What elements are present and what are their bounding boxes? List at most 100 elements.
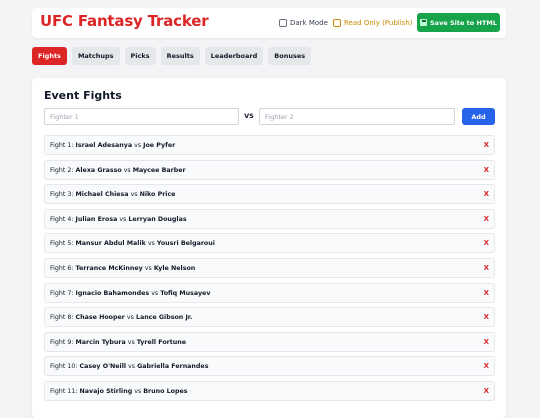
add-fight-button[interactable]: Add <box>462 108 495 125</box>
read-only-checkbox[interactable] <box>333 19 341 27</box>
dark-mode-checkbox[interactable] <box>279 19 287 27</box>
read-only-label: Read Only (Publish) <box>344 19 413 27</box>
save-site-button[interactable]: Save Site to HTML <box>417 13 500 32</box>
dark-mode-toggle[interactable]: Dark Mode <box>279 17 328 29</box>
remove-fight-button[interactable]: X <box>484 215 489 223</box>
tab-leaderboard[interactable]: Leaderboard <box>204 47 264 65</box>
fight-label: Fight 6: Terrance McKinney vs Kyle Nelso… <box>50 265 195 272</box>
fighter-1-name: Marcin Tybura <box>75 338 126 346</box>
vs-label: VS <box>244 112 254 120</box>
read-only-toggle[interactable]: Read Only (Publish) <box>333 17 413 29</box>
vs-text: vs <box>134 387 142 395</box>
fighter-1-name: Julian Erosa <box>75 215 118 223</box>
fighter-1-name: Navajo Stirling <box>79 387 133 395</box>
dark-mode-label: Dark Mode <box>290 19 328 27</box>
vs-text: vs <box>134 142 142 149</box>
vs-text: vs <box>147 240 155 248</box>
remove-fight-button[interactable]: X <box>484 313 489 321</box>
vs-text: vs <box>128 363 136 371</box>
fighter-1-name: Israel Adesanya <box>75 142 133 149</box>
fighter-1-name: Terrance McKinney <box>75 264 143 272</box>
fighter-2-name: Gabriella Fernandes <box>137 363 209 371</box>
fighter-2-name: Kyle Nelson <box>153 264 196 272</box>
fight-number: Fight 9: <box>50 338 74 346</box>
fight-number: Fight 7: <box>50 289 74 297</box>
vs-text: vs <box>130 191 138 199</box>
remove-fight-button[interactable]: X <box>484 239 489 247</box>
fighter-1-input[interactable] <box>44 108 239 125</box>
fight-number: Fight 2: <box>50 166 74 174</box>
remove-fight-button[interactable]: X <box>484 338 489 346</box>
tab-matchups[interactable]: Matchups <box>71 47 120 65</box>
save-site-label: Save Site to HTML <box>430 18 497 27</box>
fight-number: Fight 6: <box>50 264 74 272</box>
app-title: UFC Fantasy Tracker <box>40 12 209 30</box>
fight-number: Fight 10: <box>50 363 78 371</box>
fight-row: Fight 3: Michael Chiesa vs Niko Price X <box>44 184 495 205</box>
fight-row: Fight 4: Julian Erosa vs Lerryan Douglas… <box>44 208 495 229</box>
fighter-2-name: Tofiq Musayev <box>160 289 211 297</box>
save-disk-icon <box>420 19 427 26</box>
fighter-2-input[interactable] <box>259 108 455 125</box>
fight-number: Fight 4: <box>50 215 74 223</box>
vs-text: vs <box>123 166 131 174</box>
fighter-2-name: Joe Pyfer <box>143 142 176 149</box>
remove-fight-button[interactable]: X <box>484 166 489 174</box>
fight-row: Fight 7: Ignacio Bahamondes vs Tofiq Mus… <box>44 282 495 303</box>
fight-number: Fight 11: <box>50 387 78 395</box>
fight-label: Fight 1: Israel Adesanya vs Joe Pyfer <box>50 142 175 149</box>
fight-label: Fight 10: Casey O'Neill vs Gabriella Fer… <box>50 363 208 370</box>
fighter-2-name: Lance Gibson Jr. <box>135 314 193 322</box>
vs-text: vs <box>151 289 159 297</box>
remove-fight-button[interactable]: X <box>484 289 489 297</box>
fight-row: Fight 2: Alexa Grasso vs Maycee Barber X <box>44 159 495 180</box>
remove-fight-button[interactable]: X <box>484 387 489 395</box>
fighter-1-name: Michael Chiesa <box>75 191 129 199</box>
fight-number: Fight 5: <box>50 240 74 248</box>
fighter-1-name: Mansur Abdul Malik <box>75 240 146 248</box>
fight-label: Fight 8: Chase Hooper vs Lance Gibson Jr… <box>50 314 192 321</box>
fighter-2-name: Maycee Barber <box>132 166 186 174</box>
tab-picks[interactable]: Picks <box>124 47 156 65</box>
fight-row: Fight 8: Chase Hooper vs Lance Gibson Jr… <box>44 307 495 328</box>
fight-label: Fight 11: Navajo Stirling vs Bruno Lopes <box>50 388 188 395</box>
tab-results[interactable]: Results <box>160 47 200 65</box>
fighter-1-name: Ignacio Bahamondes <box>75 289 150 297</box>
tab-bonuses[interactable]: Bonuses <box>268 47 312 65</box>
tab-fights[interactable]: Fights <box>32 47 67 65</box>
vs-text: vs <box>126 314 134 322</box>
fight-label: Fight 5: Mansur Abdul Malik vs Yousri Be… <box>50 240 215 247</box>
fighter-1-name: Chase Hooper <box>75 314 125 322</box>
fighter-2-name: Yousri Belgaroui <box>156 240 215 248</box>
vs-text: vs <box>127 338 135 346</box>
fight-row: Fight 5: Mansur Abdul Malik vs Yousri Be… <box>44 233 495 254</box>
fight-label: Fight 4: Julian Erosa vs Lerryan Douglas <box>50 216 187 223</box>
fight-label: Fight 9: Marcin Tybura vs Tyrell Fortune <box>50 339 186 346</box>
fight-label: Fight 2: Alexa Grasso vs Maycee Barber <box>50 167 186 174</box>
fighter-2-name: Niko Price <box>139 191 176 199</box>
remove-fight-button[interactable]: X <box>484 141 489 149</box>
fight-row: Fight 10: Casey O'Neill vs Gabriella Fer… <box>44 356 495 377</box>
vs-text: vs <box>119 215 127 223</box>
vs-text: vs <box>144 264 152 272</box>
fight-number: Fight 8: <box>50 314 74 322</box>
fight-list: Fight 1: Israel Adesanya vs Joe Pyfer X Fi… <box>44 135 495 406</box>
fighter-2-name: Bruno Lopes <box>143 387 188 395</box>
remove-fight-button[interactable]: X <box>484 264 489 272</box>
fighter-2-name: Tyrell Fortune <box>136 338 187 346</box>
fighter-2-name: Lerryan Douglas <box>128 215 187 223</box>
remove-fight-button[interactable]: X <box>484 190 489 198</box>
fight-row: Fight 9: Marcin Tybura vs Tyrell Fortune… <box>44 331 495 352</box>
app-header: UFC Fantasy Tracker Dark Mode Read Only … <box>32 8 506 38</box>
fight-row: Fight 1: Israel Adesanya vs Joe Pyfer X <box>44 135 495 155</box>
remove-fight-button[interactable]: X <box>484 362 489 370</box>
fighter-1-name: Casey O'Neill <box>79 363 127 371</box>
fight-row: Fight 11: Navajo Stirling vs Bruno Lopes… <box>44 380 495 401</box>
panel-title: Event Fights <box>44 89 122 102</box>
fight-row: Fight 6: Terrance McKinney vs Kyle Nelso… <box>44 257 495 278</box>
fighter-1-name: Alexa Grasso <box>75 166 122 174</box>
fight-number: Fight 3: <box>50 191 74 199</box>
event-fights-panel: Event Fights VS Add Fight 1: Israel Ades… <box>32 78 506 418</box>
fight-label: Fight 3: Michael Chiesa vs Niko Price <box>50 191 175 198</box>
fight-number: Fight 1: <box>50 142 74 149</box>
